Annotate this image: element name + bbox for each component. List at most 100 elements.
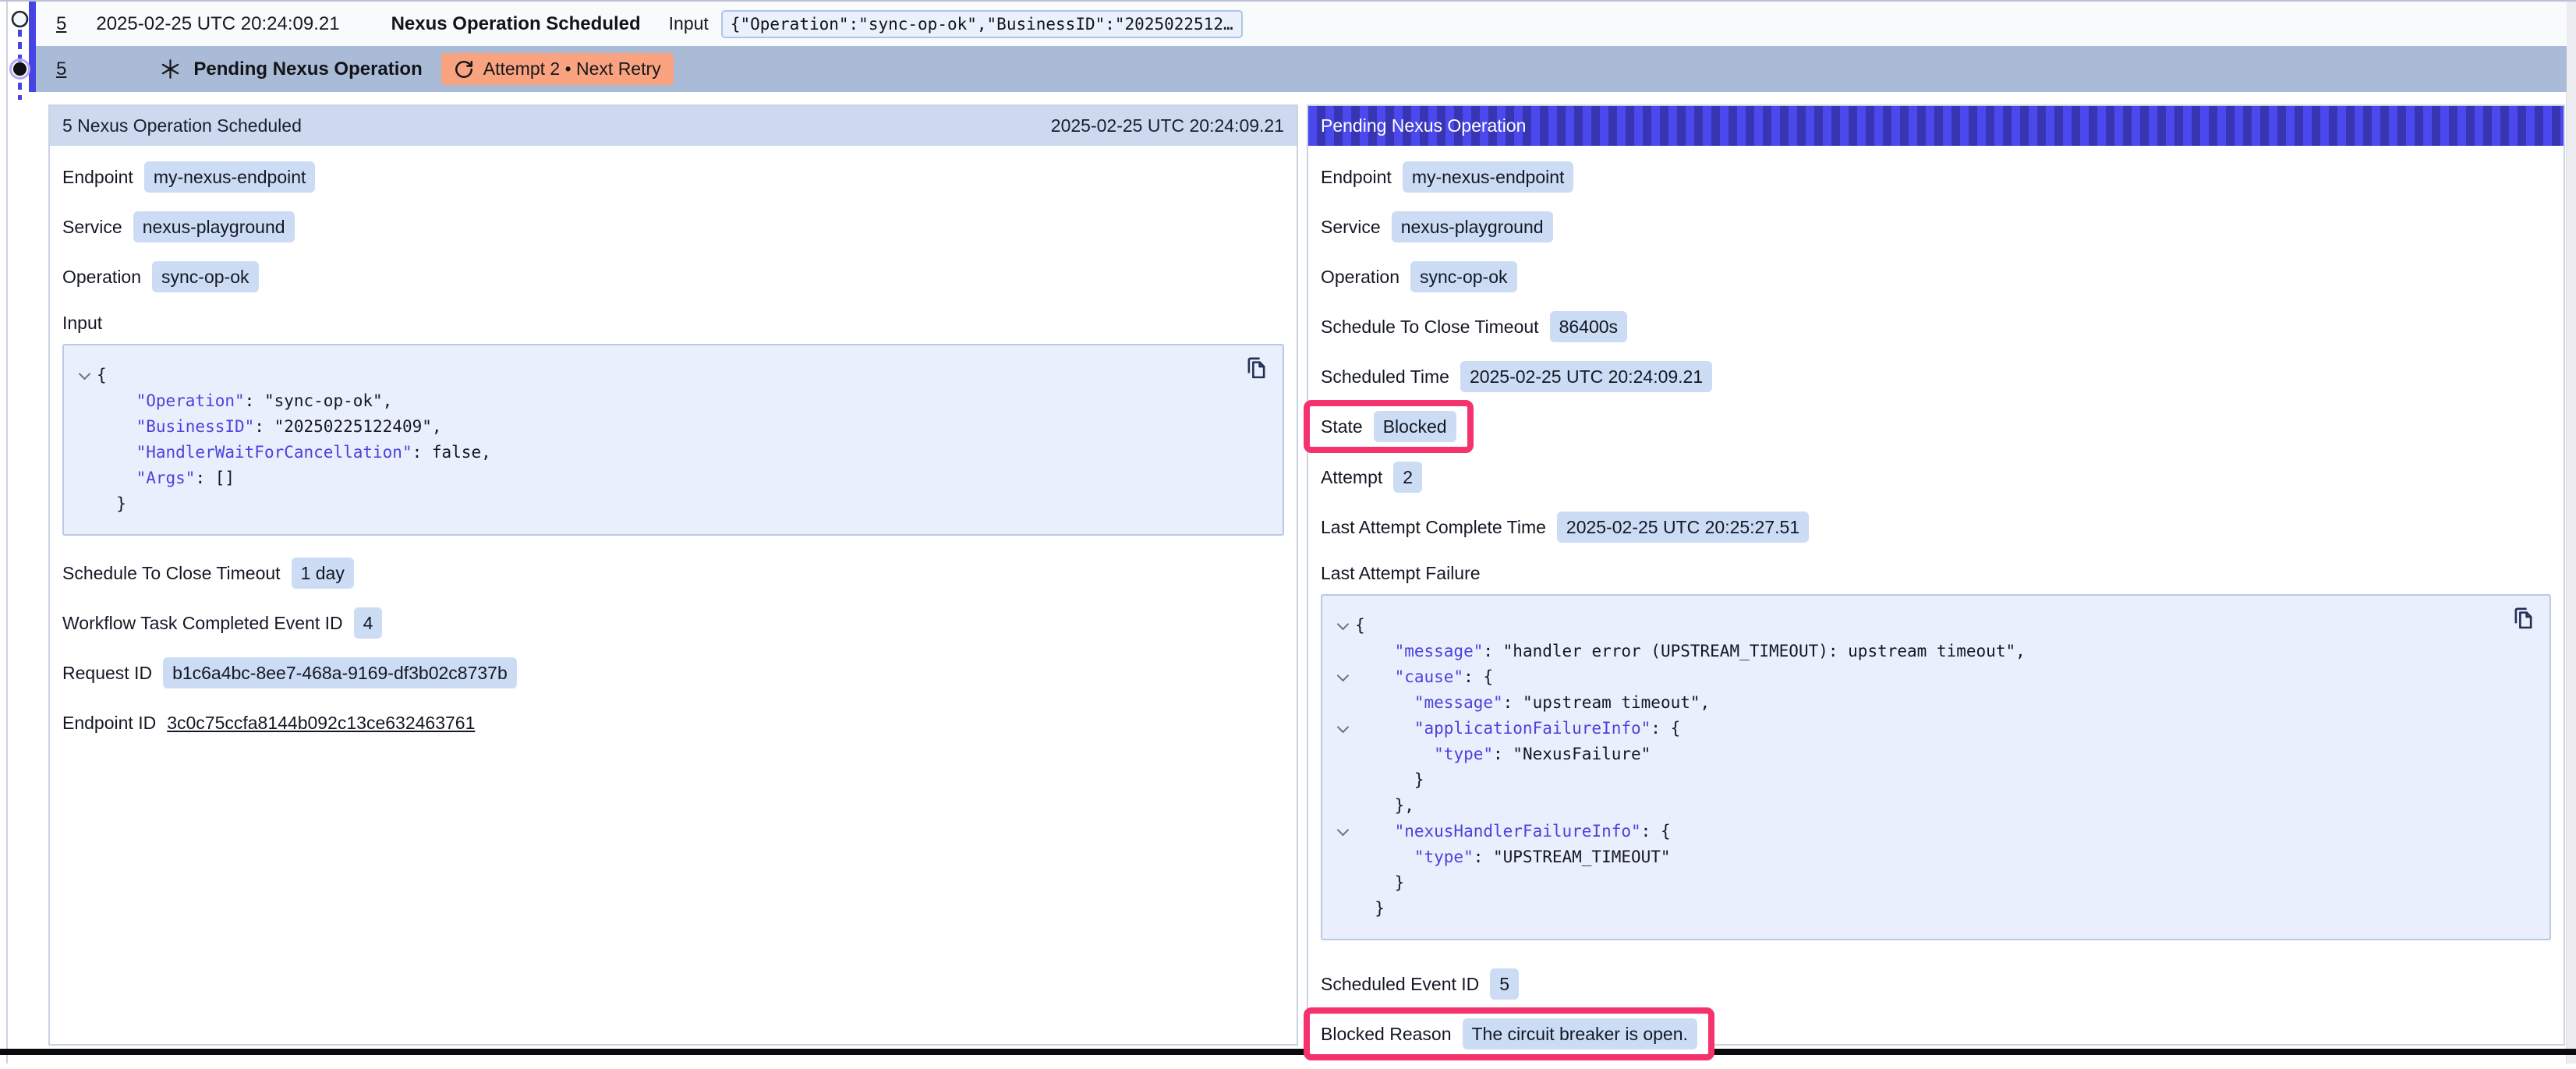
json-value: : { bbox=[1641, 822, 1671, 841]
json-key: "HandlerWaitForCancellation" bbox=[136, 443, 412, 462]
event-row-pending-nexus-operation[interactable]: 5 Pending Nexus Operation Attempt 2 • Ne… bbox=[36, 46, 2567, 92]
json-line-text: }, bbox=[1355, 793, 1414, 819]
json-viewer: { "Operation": "sync-op-ok", "BusinessID… bbox=[62, 344, 1284, 536]
event-row-nexus-operation-scheduled[interactable]: 5 2025-02-25 UTC 20:24:09.21 Nexus Opera… bbox=[36, 2, 2567, 46]
pending-asterisk-icon bbox=[160, 58, 181, 80]
field-row-operation: Operationsync-op-ok bbox=[62, 261, 1284, 292]
json-line-text: { bbox=[97, 363, 107, 388]
gutter-spacer bbox=[1330, 639, 1355, 664]
field-value-badge: 4 bbox=[354, 607, 383, 639]
json-line-text: "HandlerWaitForCancellation": false, bbox=[97, 440, 491, 465]
json-line-text: "message": "handler error (UPSTREAM_TIME… bbox=[1355, 639, 2026, 664]
gutter-spacer bbox=[1330, 896, 1355, 922]
field-row-workflow-task-completed-event-id: Workflow Task Completed Event ID4 bbox=[62, 607, 1284, 639]
json-key: "Operation" bbox=[136, 391, 245, 410]
json-line-text: "cause": { bbox=[1355, 664, 1493, 690]
section-label-input: Input bbox=[62, 311, 1284, 335]
field-value-badge: 5 bbox=[1490, 968, 1519, 1000]
json-value: } bbox=[116, 494, 126, 513]
gutter-spacer bbox=[1330, 742, 1355, 767]
field-label: Operation bbox=[62, 267, 141, 288]
gutter-spacer bbox=[72, 440, 97, 465]
json-value: }, bbox=[1395, 796, 1414, 815]
json-line: "Operation": "sync-op-ok", bbox=[72, 388, 1267, 414]
field-value-badge: my-nexus-endpoint bbox=[1403, 161, 1574, 193]
json-key: "BusinessID" bbox=[136, 417, 255, 436]
json-line: { bbox=[72, 363, 1267, 388]
field-row-schedule-to-close-timeout: Schedule To Close Timeout1 day bbox=[62, 558, 1284, 589]
collapse-toggle[interactable] bbox=[72, 363, 97, 388]
json-value: } bbox=[1375, 899, 1385, 918]
field-label: Last Attempt Complete Time bbox=[1321, 517, 1546, 538]
json-line: "message": "upstream timeout", bbox=[1330, 690, 2534, 716]
gutter-spacer bbox=[72, 491, 97, 517]
json-value: : { bbox=[1651, 719, 1680, 738]
collapse-toggle[interactable] bbox=[1330, 613, 1355, 639]
field-label: Endpoint bbox=[1321, 167, 1392, 188]
json-value: : "20250225122409", bbox=[254, 417, 441, 436]
pending-operation-card-body: Endpointmy-nexus-endpointServicenexus-pl… bbox=[1308, 146, 2564, 1069]
chevron-down-icon bbox=[1336, 721, 1349, 734]
json-key: "cause" bbox=[1395, 667, 1464, 686]
pending-operation-card-header: Pending Nexus Operation bbox=[1308, 106, 2564, 146]
gutter-spacer bbox=[1330, 844, 1355, 870]
json-value: : "NexusFailure" bbox=[1493, 745, 1651, 763]
copy-button[interactable] bbox=[2509, 605, 2537, 633]
collapse-toggle[interactable] bbox=[1330, 664, 1355, 690]
field-value-badge: b1c6a4bc-8ee7-468a-9169-df3b02c8737b bbox=[163, 657, 517, 688]
json-line-text: } bbox=[1355, 767, 1424, 793]
card-title: Pending Nexus Operation bbox=[1321, 115, 1526, 136]
field-value-badge: The circuit breaker is open. bbox=[1463, 1018, 1697, 1050]
field-value-badge: nexus-playground bbox=[1392, 211, 1553, 242]
json-key: "type" bbox=[1434, 745, 1493, 763]
event-detail-card-body: Endpointmy-nexus-endpointServicenexus-pl… bbox=[50, 146, 1297, 738]
chevron-down-icon bbox=[1336, 670, 1349, 682]
json-value: : "UPSTREAM_TIMEOUT" bbox=[1474, 848, 1671, 866]
event-input-preview-badge[interactable]: {"Operation":"sync-op-ok","BusinessID":"… bbox=[721, 10, 1243, 38]
json-line: } bbox=[1330, 896, 2534, 922]
copy-button[interactable] bbox=[1242, 355, 1270, 383]
section-label-last-attempt-failure: Last Attempt Failure bbox=[1321, 561, 2551, 585]
json-line: "HandlerWaitForCancellation": false, bbox=[72, 440, 1267, 465]
event-node-open-icon[interactable] bbox=[10, 9, 30, 29]
field-row-scheduled-event-id: Scheduled Event ID 5 bbox=[1321, 968, 2551, 1000]
card-title: 5 Nexus Operation Scheduled bbox=[62, 115, 302, 136]
json-value: { bbox=[97, 366, 107, 384]
event-node-selected-icon[interactable] bbox=[9, 58, 31, 80]
json-line-text: "type": "NexusFailure" bbox=[1355, 742, 1651, 767]
collapse-toggle[interactable] bbox=[1330, 819, 1355, 844]
chevron-down-icon bbox=[1336, 824, 1349, 837]
collapse-toggle[interactable] bbox=[1330, 716, 1355, 742]
gutter-spacer bbox=[72, 414, 97, 440]
field-label: Request ID bbox=[62, 663, 152, 684]
field-label: Scheduled Event ID bbox=[1321, 974, 1479, 995]
json-line-text: "nexusHandlerFailureInfo": { bbox=[1355, 819, 1671, 844]
json-value: : [] bbox=[195, 469, 235, 487]
json-value: : "sync-op-ok", bbox=[245, 391, 393, 410]
field-row-blocked-reason: Blocked Reason The circuit breaker is ope… bbox=[1321, 1018, 1697, 1050]
json-value: } bbox=[1414, 770, 1424, 789]
field-value-badge: nexus-playground bbox=[133, 211, 295, 242]
field-label: Blocked Reason bbox=[1321, 1024, 1452, 1045]
json-key: "type" bbox=[1414, 848, 1474, 866]
gutter-spacer bbox=[1330, 793, 1355, 819]
retry-attempt-badge: Attempt 2 • Next Retry bbox=[441, 53, 674, 85]
event-detail-card-scheduled: 5 Nexus Operation Scheduled 2025-02-25 U… bbox=[48, 104, 1298, 1046]
chevron-down-icon bbox=[1336, 618, 1349, 631]
field-value-link[interactable]: 3c0c75ccfa8144b092c13ce632463761 bbox=[167, 713, 475, 734]
json-line: } bbox=[1330, 870, 2534, 896]
event-id-link[interactable]: 5 bbox=[56, 58, 66, 80]
event-id-link[interactable]: 5 bbox=[56, 13, 66, 35]
highlight-annotation-state: StateBlocked bbox=[1304, 400, 1474, 453]
json-line-text: } bbox=[97, 491, 126, 517]
field-row-scheduled-time: Scheduled Time2025-02-25 UTC 20:24:09.21 bbox=[1321, 361, 2551, 392]
vertical-scrollbar[interactable] bbox=[2566, 2, 2576, 1064]
field-value-badge: 1 day bbox=[292, 558, 354, 589]
field-row-endpoint-id: Endpoint ID3c0c75ccfa8144b092c13ce632463… bbox=[62, 707, 1284, 738]
gutter-spacer bbox=[1330, 870, 1355, 896]
json-line-text: "BusinessID": "20250225122409", bbox=[97, 414, 442, 440]
json-line-text: "type": "UPSTREAM_TIMEOUT" bbox=[1355, 844, 1671, 870]
json-line: "Args": [] bbox=[72, 465, 1267, 491]
json-line: "type": "UPSTREAM_TIMEOUT" bbox=[1330, 844, 2534, 870]
json-value: : "upstream timeout", bbox=[1503, 693, 1711, 712]
